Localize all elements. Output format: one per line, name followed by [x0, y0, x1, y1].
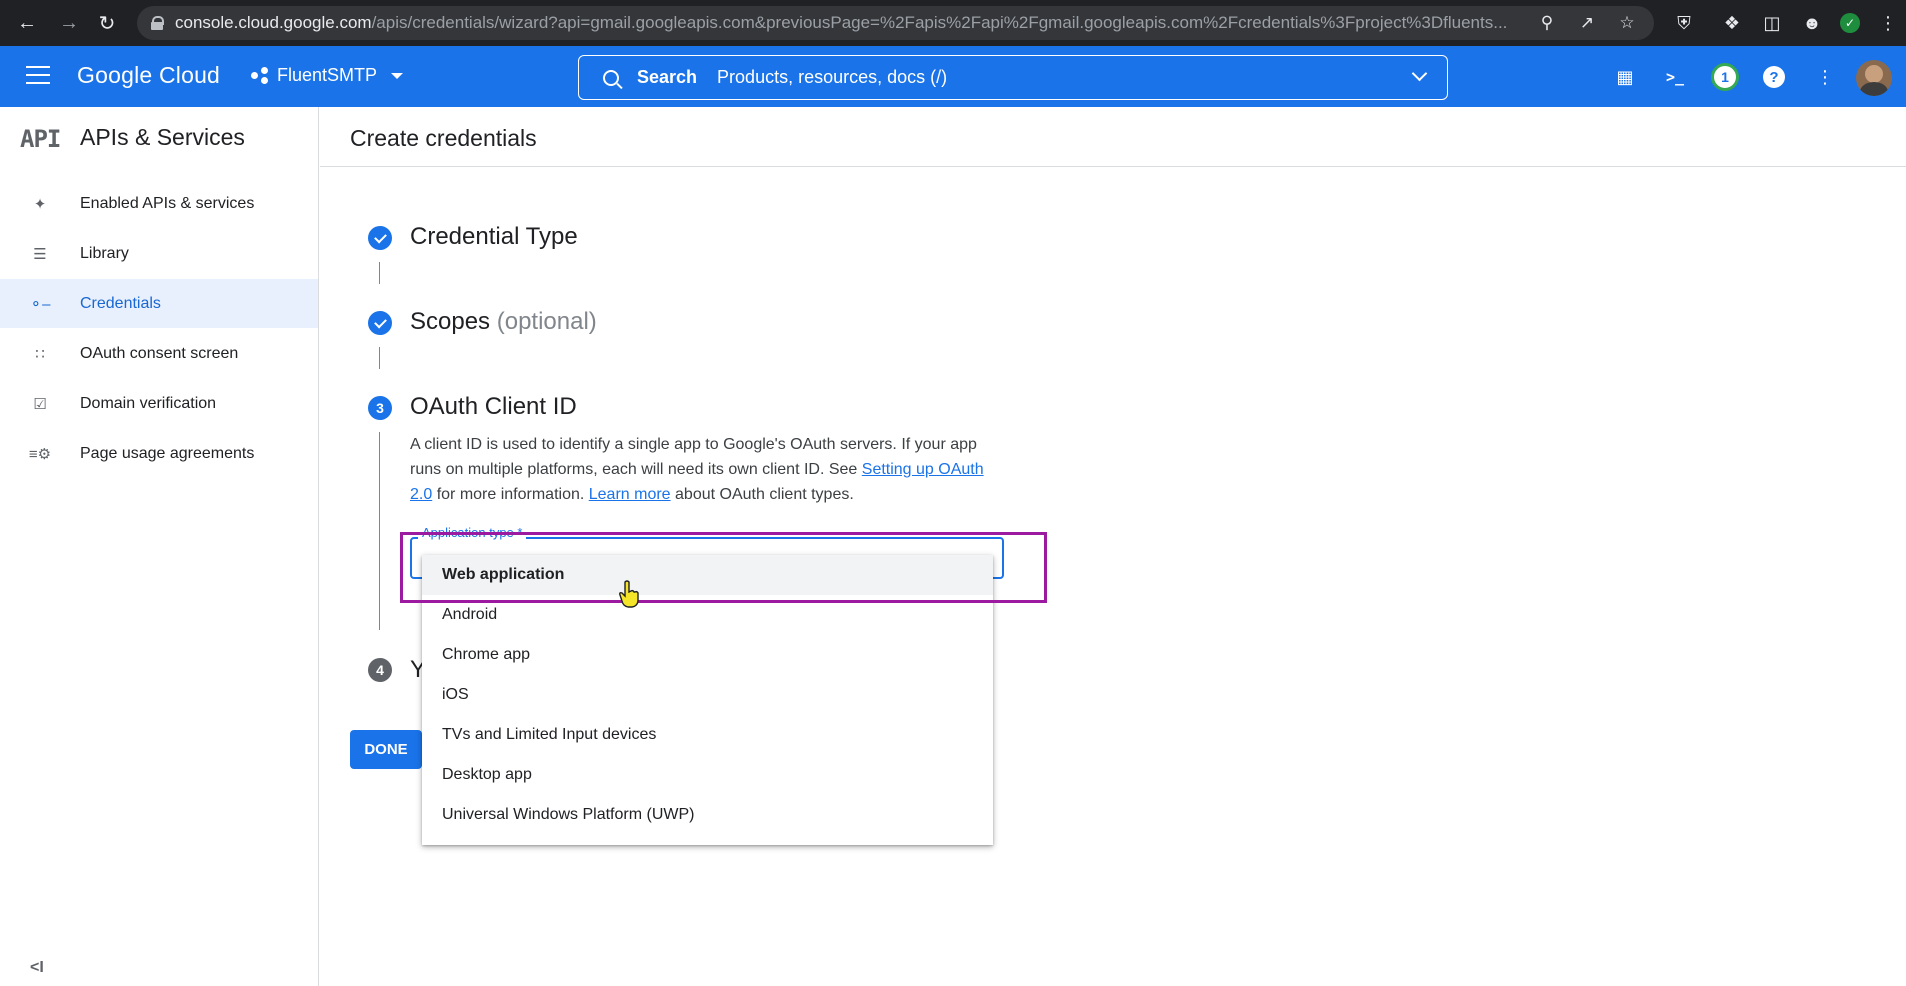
zoom-icon[interactable]: ⚲: [1534, 13, 1560, 33]
desc-text: for more information.: [432, 486, 589, 503]
sidebar-item-library[interactable]: ☰ Library: [0, 229, 318, 278]
forward-icon[interactable]: →: [56, 10, 82, 36]
project-selector[interactable]: FluentSMTP: [251, 65, 404, 86]
sidebar-item-label: Enabled APIs & services: [80, 194, 255, 212]
google-cloud-logo[interactable]: Google Cloud: [77, 62, 220, 89]
page-header: Create credentials: [320, 107, 1906, 167]
bookmark-star-icon[interactable]: ☆: [1614, 13, 1640, 33]
option-ios[interactable]: iOS: [422, 675, 993, 715]
lock-icon[interactable]: [151, 16, 164, 30]
project-name: FluentSMTP: [277, 65, 378, 85]
url-host: console.cloud.google.com: [175, 13, 372, 32]
search-bar[interactable]: Search Products, resources, docs (/): [578, 55, 1448, 100]
done-button[interactable]: DONE: [350, 730, 422, 769]
page-title: Create credentials: [350, 125, 537, 151]
notifications-badge[interactable]: 1: [1711, 63, 1739, 91]
back-icon[interactable]: ←: [14, 10, 40, 36]
annotation-highlight-box: [400, 532, 1047, 603]
oauth-description: A client ID is used to identify a single…: [410, 432, 1000, 507]
sidebar-item-label: OAuth consent screen: [80, 344, 239, 362]
step-2-check-icon: [368, 311, 392, 335]
extension-shield-icon[interactable]: ⛨: [1670, 9, 1698, 37]
learn-more-link[interactable]: Learn more: [589, 486, 671, 503]
share-icon[interactable]: ↗: [1574, 13, 1600, 33]
sidebar-item-label: Page usage agreements: [80, 444, 255, 462]
hand-cursor-icon: [619, 580, 639, 608]
sidebar-item-label: Domain verification: [80, 394, 217, 412]
browser-toolbar: ← → ↻ console.cloud.google.com/apis/cred…: [0, 0, 1906, 46]
cloud-shell-icon[interactable]: >_: [1662, 64, 1688, 90]
gift-icon[interactable]: ▦: [1612, 64, 1638, 90]
address-bar[interactable]: console.cloud.google.com/apis/credential…: [137, 6, 1654, 40]
key-icon: ⚬–: [29, 295, 51, 313]
avatar[interactable]: [1856, 60, 1892, 96]
step-2-title[interactable]: Scopes (optional): [410, 308, 597, 336]
project-icon: [251, 66, 269, 85]
sidebar-item-oauth-consent[interactable]: ∷ OAuth consent screen: [0, 329, 318, 378]
search-placeholder: Products, resources, docs (/): [717, 67, 948, 87]
sidebar-item-enabled-apis[interactable]: ✦ Enabled APIs & services: [0, 179, 318, 228]
security-check-icon[interactable]: ✓: [1840, 13, 1860, 33]
option-tvs-limited-input[interactable]: TVs and Limited Input devices: [422, 715, 993, 755]
sidebar-title[interactable]: APIs & Services: [80, 124, 245, 151]
library-icon: ☰: [33, 245, 47, 263]
chevron-down-icon: [391, 72, 404, 79]
step-2-label: Scopes: [410, 308, 491, 335]
desc-text: about OAuth client types.: [670, 486, 854, 503]
step-3-title: OAuth Client ID: [410, 393, 577, 420]
reload-icon[interactable]: ↻: [94, 10, 120, 36]
step-connector: [379, 432, 380, 630]
hamburger-menu-icon[interactable]: [26, 66, 50, 84]
sidebar-item-credentials[interactable]: ⚬– Credentials: [0, 279, 318, 328]
step-connector: [379, 262, 380, 284]
option-uwp[interactable]: Universal Windows Platform (UWP): [422, 795, 993, 835]
search-label: Search: [637, 67, 698, 87]
sidebar-item-label: Credentials: [80, 294, 161, 312]
option-desktop-app[interactable]: Desktop app: [422, 755, 993, 795]
step-4-number: 4: [368, 658, 392, 682]
enabled-apis-icon: ✦: [33, 195, 47, 213]
sidebar: API APIs & Services ✦ Enabled APIs & ser…: [0, 107, 319, 986]
extensions-puzzle-icon[interactable]: ❖: [1718, 9, 1746, 37]
profile-icon[interactable]: ☻: [1798, 9, 1826, 37]
domain-verification-icon: ☑: [33, 395, 47, 413]
step-1-check-icon: [368, 226, 392, 250]
side-panel-icon[interactable]: ◫: [1758, 9, 1786, 37]
sidebar-item-domain-verification[interactable]: ☑ Domain verification: [0, 379, 318, 428]
step-3-number: 3: [368, 396, 392, 420]
sidebar-item-page-usage[interactable]: ≡⚙ Page usage agreements: [0, 429, 318, 478]
page-usage-icon: ≡⚙: [28, 445, 52, 463]
step-connector: [379, 347, 380, 369]
oauth-consent-icon: ∷: [35, 345, 45, 363]
search-icon: [603, 69, 619, 86]
browser-menu-icon[interactable]: ⋮: [1874, 9, 1902, 37]
gcp-header: Google Cloud FluentSMTP Search Products,…: [0, 46, 1906, 107]
api-logo: API: [20, 125, 61, 153]
collapse-sidebar-icon[interactable]: <I: [30, 959, 44, 977]
sidebar-item-label: Library: [80, 244, 129, 262]
url-text[interactable]: console.cloud.google.com/apis/credential…: [175, 13, 1535, 33]
step-2-optional: (optional): [496, 308, 597, 335]
url-path: /apis/credentials/wizard?api=gmail.googl…: [371, 13, 1508, 32]
search-expand-chevron-icon[interactable]: [1411, 65, 1428, 82]
step-1-title[interactable]: Credential Type: [410, 223, 578, 251]
help-icon[interactable]: ?: [1763, 66, 1785, 88]
option-chrome-app[interactable]: Chrome app: [422, 635, 993, 675]
more-options-icon[interactable]: ⋮: [1812, 64, 1838, 90]
